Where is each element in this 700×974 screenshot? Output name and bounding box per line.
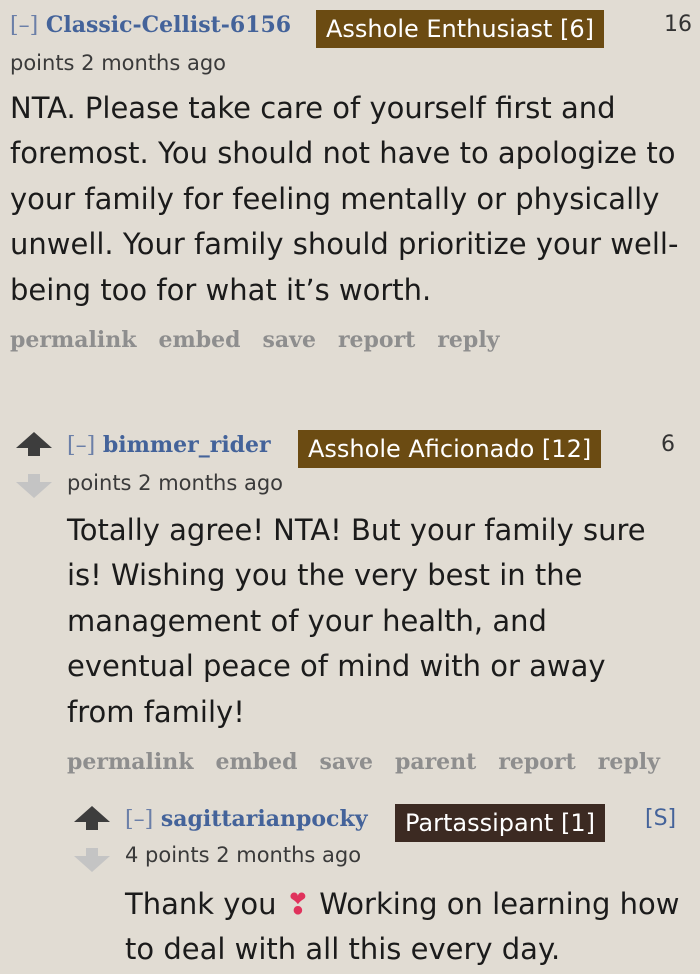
save-link[interactable]: save: [263, 327, 316, 353]
comment-meta: points 2 months ago: [67, 471, 284, 495]
comment-tagline: [–] sagittarianpocky Partassipant [1] [S…: [125, 804, 697, 867]
submitter-tag[interactable]: [S]: [645, 804, 676, 834]
author-line: [–] sagittarianpocky: [125, 804, 367, 835]
comment-reply-nested: [–] sagittarianpocky Partassipant [1] [S…: [125, 804, 697, 973]
author-link[interactable]: sagittarianpocky: [161, 806, 368, 832]
comment-tagline: [–] Classic-Cellist-6156 Asshole Enthusi…: [10, 10, 692, 75]
user-flair: Asshole Enthusiast [6]: [316, 10, 605, 48]
comment-body: Thank you ❣ Working on learning how to d…: [125, 882, 687, 973]
comment-top-level: [–] Classic-Cellist-6156 Asshole Enthusi…: [10, 10, 692, 353]
collapse-toggle[interactable]: [–]: [67, 433, 95, 458]
comment-meta: points 2 months ago: [10, 51, 227, 75]
comment-actions: permalink embed save report reply: [10, 327, 690, 353]
comment-body: NTA. Please take care of yourself first …: [10, 91, 679, 307]
report-link[interactable]: report: [338, 327, 415, 353]
comment-meta: 4 points 2 months ago: [125, 843, 362, 867]
upvote-icon[interactable]: [16, 432, 52, 456]
embed-link[interactable]: embed: [215, 749, 297, 775]
user-flair: Partassipant [1]: [395, 804, 605, 842]
downvote-icon[interactable]: [16, 474, 52, 498]
parent-link[interactable]: parent: [395, 749, 476, 775]
body-text-start: Thank you: [125, 887, 277, 921]
report-link[interactable]: report: [498, 749, 575, 775]
collapse-toggle[interactable]: [–]: [10, 13, 38, 38]
permalink-link[interactable]: permalink: [67, 749, 193, 775]
author-line: [–] bimmer_rider: [67, 430, 271, 461]
score-count: 16: [664, 12, 692, 37]
score-count: 6: [661, 432, 675, 457]
user-flair: Asshole Aficionado [12]: [298, 430, 602, 468]
collapse-toggle[interactable]: [–]: [125, 807, 153, 832]
downvote-icon[interactable]: [74, 848, 110, 872]
save-link[interactable]: save: [320, 749, 373, 775]
author-link[interactable]: Classic-Cellist-6156: [46, 12, 291, 38]
author-line: [–] Classic-Cellist-6156: [10, 10, 291, 41]
upvote-icon[interactable]: [74, 806, 110, 830]
permalink-link[interactable]: permalink: [10, 327, 136, 353]
author-link[interactable]: bimmer_rider: [103, 432, 271, 458]
comment-tagline: [–] bimmer_rider Asshole Aficionado [12]…: [67, 430, 697, 495]
reply-link[interactable]: reply: [598, 749, 660, 775]
comment-actions: permalink embed save parent report reply: [67, 749, 697, 775]
reply-link[interactable]: reply: [437, 327, 499, 353]
embed-link[interactable]: embed: [158, 327, 240, 353]
comment-body: Totally agree! NTA! But your family sure…: [67, 513, 646, 729]
heart-emoji-icon: ❣: [285, 887, 311, 921]
comment-reply: [–] bimmer_rider Asshole Aficionado [12]…: [67, 430, 697, 775]
